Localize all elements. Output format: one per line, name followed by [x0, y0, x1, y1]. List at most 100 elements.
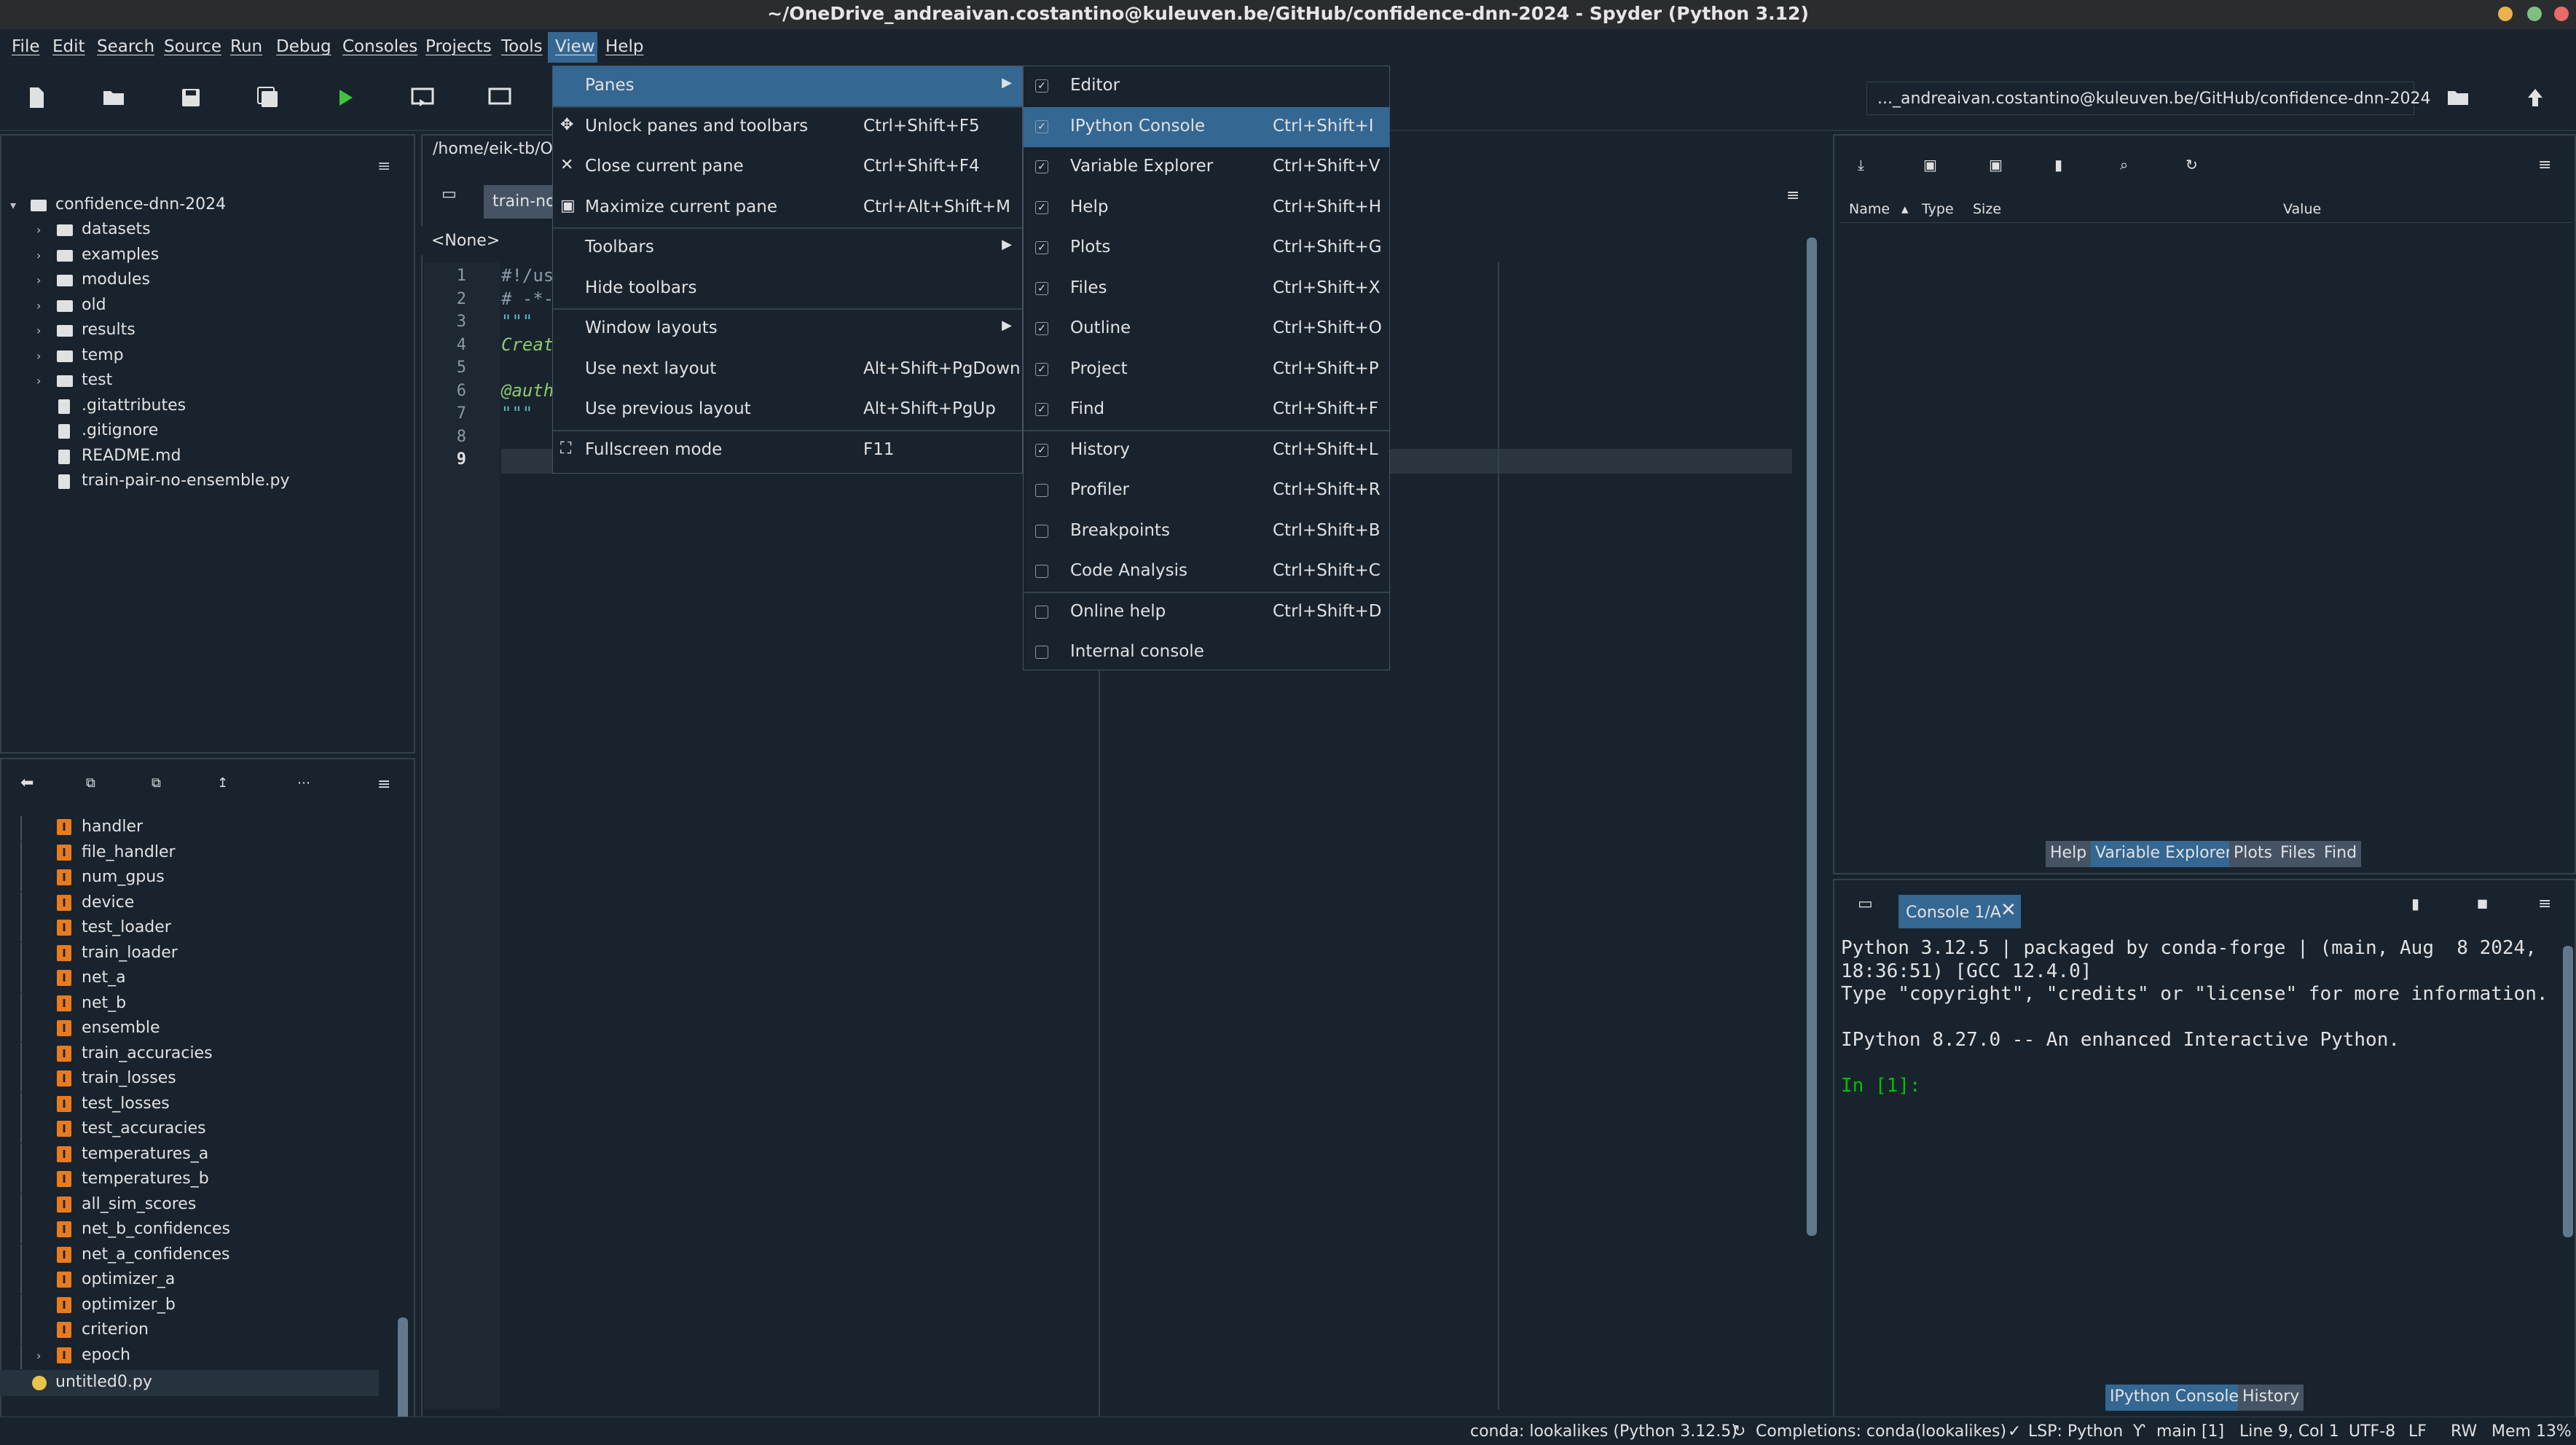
pane-toggle-item[interactable]: ✓ Plots Ctrl+Shift+G — [1024, 228, 1389, 268]
refresh-icon[interactable]: ↻ — [2186, 156, 2198, 173]
save-data-icon[interactable]: ▣ — [1923, 156, 1937, 173]
checked-checkbox-icon[interactable]: ✓ — [1035, 362, 1048, 376]
restore-icon[interactable]: ↥ — [217, 775, 228, 791]
pane-tab[interactable]: Plots — [2229, 841, 2277, 867]
outline-item[interactable]: Ifile_handler — [10, 841, 389, 866]
menu-view[interactable]: View — [555, 37, 595, 56]
new-file-icon[interactable] — [23, 85, 50, 111]
status-lsp[interactable]: LSP: Python — [2028, 1422, 2123, 1441]
go-to-cursor-icon[interactable]: ⬅ — [20, 774, 34, 792]
pane-toggle-item[interactable]: Internal console — [1024, 633, 1389, 673]
files-options-icon[interactable]: ≡ — [377, 157, 390, 176]
outline-options-icon[interactable]: ≡ — [377, 775, 390, 794]
pane-toggle-item[interactable]: ✓ Help Ctrl+Shift+H — [1024, 188, 1389, 228]
collapsed-arrow-icon[interactable]: › — [36, 374, 41, 388]
open-file-icon[interactable] — [101, 85, 127, 111]
save-data-as-icon[interactable]: ▣ — [1989, 156, 2003, 173]
tree-folder-item[interactable]: › examples — [10, 244, 411, 269]
checked-checkbox-icon[interactable]: ✓ — [1035, 160, 1048, 173]
view-menu-item[interactable]: Toolbars ▶ — [553, 228, 1022, 268]
col-size[interactable]: Size — [1973, 201, 2001, 217]
browse-folder-icon[interactable] — [2445, 85, 2471, 111]
stop-icon[interactable]: ■ — [2477, 896, 2488, 910]
pane-toggle-item[interactable]: ✓ IPython Console Ctrl+Shift+I — [1024, 106, 1389, 147]
unchecked-checkbox-icon[interactable] — [1035, 484, 1048, 497]
run-icon[interactable] — [332, 85, 358, 111]
collapsed-arrow-icon[interactable]: › — [36, 349, 41, 363]
menu-edit[interactable]: Edit — [52, 37, 85, 56]
collapsed-arrow-icon[interactable]: › — [36, 1349, 41, 1363]
editor-options-icon[interactable]: ≡ — [1786, 187, 1799, 205]
outline-item[interactable]: Ihandler — [10, 816, 389, 841]
code-line[interactable]: """ — [501, 311, 533, 332]
status-completions[interactable]: Completions: conda(lookalikes) — [1756, 1422, 2006, 1441]
expand-all-icon[interactable]: ⧉ — [152, 775, 161, 791]
unchecked-checkbox-icon[interactable] — [1035, 565, 1048, 578]
tree-folder-item[interactable]: › temp — [10, 345, 411, 369]
outline-scrollbar-thumb[interactable] — [398, 1317, 408, 1427]
pane-toggle-item[interactable]: ✓ Outline Ctrl+Shift+O — [1024, 309, 1389, 349]
collapsed-arrow-icon[interactable]: › — [36, 273, 41, 287]
outline-item[interactable]: Itest_losses — [10, 1092, 389, 1118]
tree-folder-item[interactable]: › results — [10, 319, 411, 344]
view-menu-item[interactable]: Panes ▶ — [553, 66, 1022, 106]
pane-toggle-item[interactable]: Breakpoints Ctrl+Shift+B — [1024, 512, 1389, 552]
code-line[interactable]: #!/us — [501, 265, 554, 286]
checked-checkbox-icon[interactable]: ✓ — [1035, 79, 1048, 93]
pane-toggle-item[interactable]: ✓ History Ctrl+Shift+L — [1024, 431, 1389, 471]
remove-all-icon[interactable]: ▮ — [2054, 156, 2062, 173]
tree-folder-item[interactable]: › datasets — [10, 219, 411, 243]
checked-checkbox-icon[interactable]: ✓ — [1035, 403, 1048, 416]
console-options-icon[interactable]: ≡ — [2538, 895, 2551, 913]
outline-item[interactable]: Itemperatures_a — [10, 1143, 389, 1168]
pane-tab[interactable]: History — [2238, 1385, 2304, 1411]
close-icon[interactable]: ✕ — [2000, 899, 2017, 921]
outline-item[interactable]: Idevice — [10, 891, 389, 917]
console-scrollbar-thumb[interactable] — [2563, 946, 2573, 1237]
tree-folder-item[interactable]: › test — [10, 369, 411, 394]
outline-item[interactable]: Inet_b — [10, 992, 389, 1017]
tree-file-item[interactable]: README.md — [10, 445, 411, 470]
view-menu-item[interactable]: Hide toolbars — [553, 269, 1022, 309]
view-menu-item[interactable]: Use next layout Alt+Shift+PgDown — [553, 350, 1022, 390]
maximize-button[interactable] — [2527, 7, 2542, 21]
pane-tab[interactable]: IPython Console — [2105, 1385, 2244, 1411]
import-data-icon[interactable]: ⤓ — [1858, 156, 1864, 173]
outline-item[interactable]: Icriterion — [10, 1319, 389, 1344]
tree-file-item[interactable]: .gitignore — [10, 420, 411, 445]
editor-scrollbar-thumb[interactable] — [1807, 238, 1817, 1236]
outline-file-row[interactable]: untitled0.py — [0, 1370, 379, 1396]
pane-toggle-item[interactable]: ✓ Files Ctrl+Shift+X — [1024, 269, 1389, 309]
pane-toggle-item[interactable]: Profiler Ctrl+Shift+R — [1024, 471, 1389, 511]
menu-debug[interactable]: Debug — [276, 37, 331, 56]
menu-search[interactable]: Search — [97, 37, 154, 56]
save-icon[interactable] — [178, 85, 204, 111]
outline-item[interactable]: › Iepoch — [10, 1344, 389, 1369]
outline-item[interactable]: Itrain_accuracies — [10, 1042, 389, 1068]
pane-tab[interactable]: Files — [2276, 841, 2320, 867]
collapsed-arrow-icon[interactable]: › — [36, 299, 41, 313]
remove-console-icon[interactable]: ▮ — [2411, 895, 2419, 912]
outline-item[interactable]: Itest_accuracies — [10, 1118, 389, 1143]
search-variables-icon[interactable]: ⌕ — [2120, 156, 2128, 173]
checked-checkbox-icon[interactable]: ✓ — [1035, 322, 1048, 335]
status-git[interactable]: main [1] — [2156, 1422, 2224, 1441]
outline-item[interactable]: Itrain_losses — [10, 1068, 389, 1092]
outline-item[interactable]: Itest_loader — [10, 917, 389, 941]
collapsed-arrow-icon[interactable]: › — [36, 223, 41, 237]
more-icon[interactable]: ⋯ — [297, 775, 310, 791]
menu-consoles[interactable]: Consoles — [342, 37, 417, 56]
outline-item[interactable]: Iensemble — [10, 1017, 389, 1042]
tree-file-item[interactable]: .gitattributes — [10, 395, 411, 420]
var-options-icon[interactable]: ≡ — [2538, 156, 2551, 174]
pane-toggle-item[interactable]: ✓ Variable Explorer Ctrl+Shift+V — [1024, 147, 1389, 187]
unchecked-checkbox-icon[interactable] — [1035, 524, 1048, 538]
view-menu-item[interactable]: ⛶ Fullscreen mode F11 — [553, 431, 1022, 471]
outline-scrollbar[interactable] — [398, 822, 408, 1427]
outline-item[interactable]: Inet_a_confidences — [10, 1243, 389, 1269]
pane-toggle-item[interactable]: ✓ Project Ctrl+Shift+P — [1024, 350, 1389, 390]
collapsed-arrow-icon[interactable]: › — [36, 248, 41, 262]
code-line[interactable]: """ — [501, 403, 533, 423]
code-line[interactable]: @auth — [501, 380, 554, 401]
run-cell-icon[interactable] — [409, 85, 436, 111]
